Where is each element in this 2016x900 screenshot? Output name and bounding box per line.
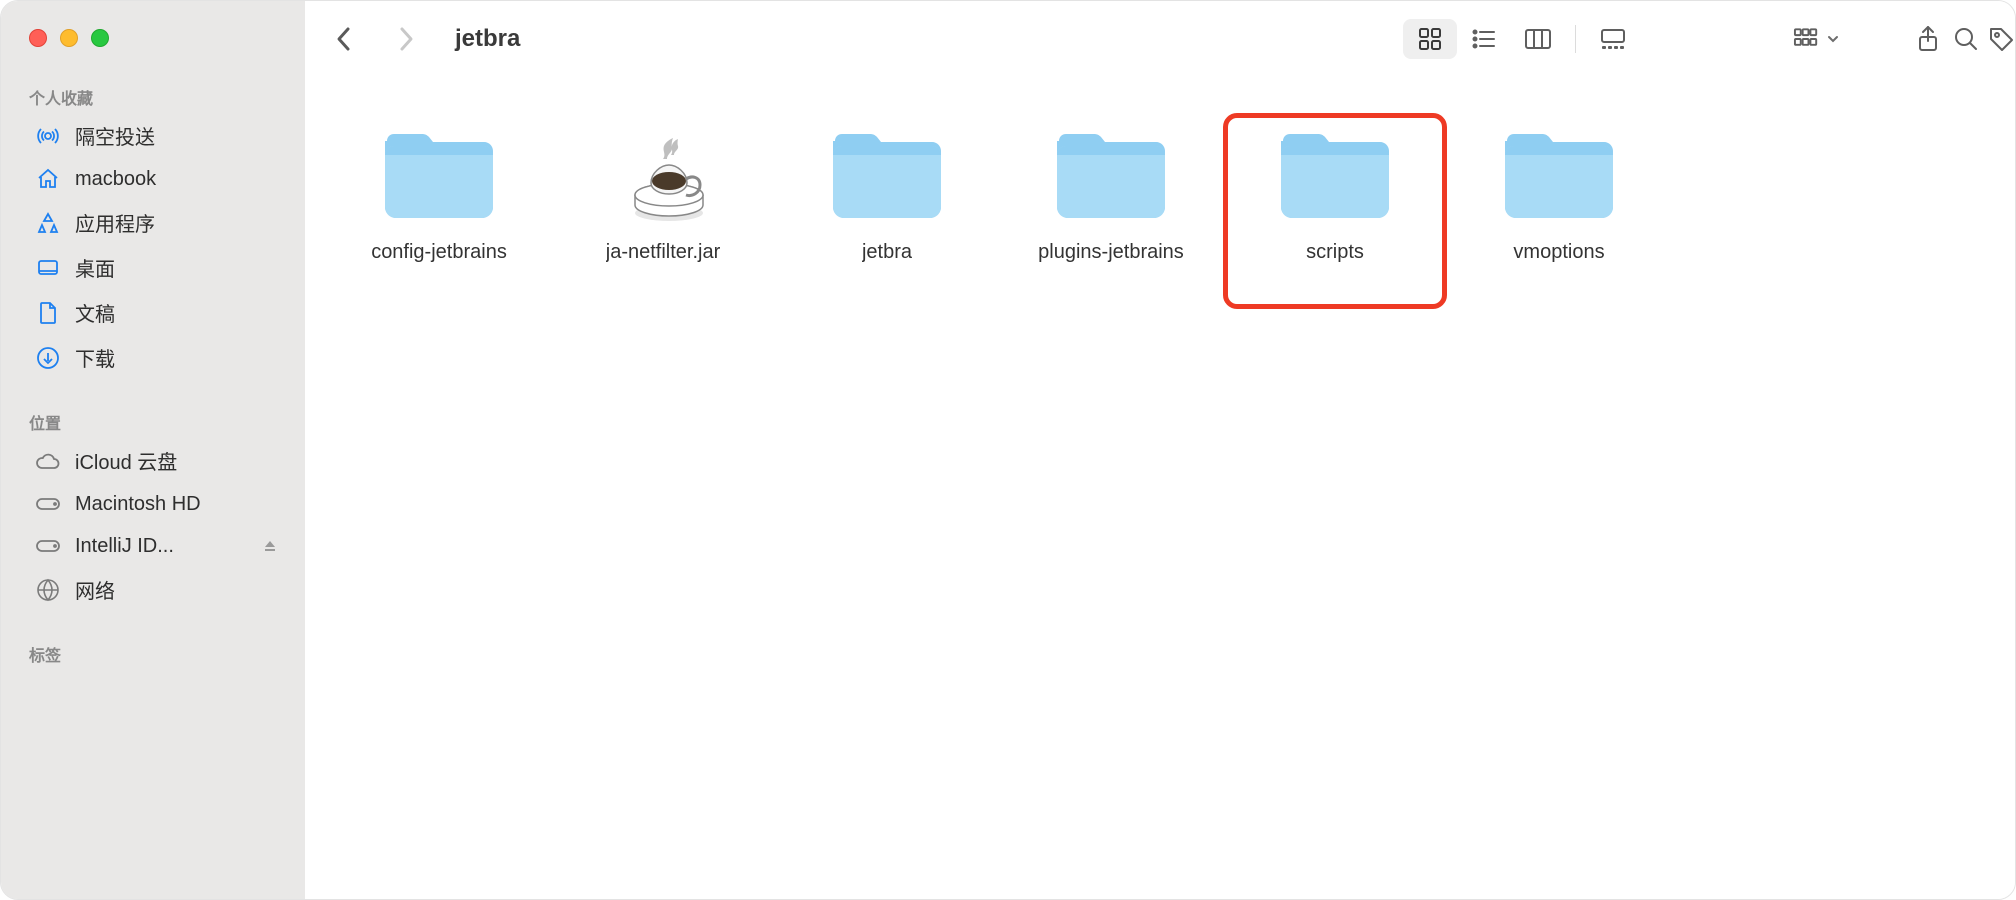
sidebar-item-label: 文稿 bbox=[75, 298, 115, 327]
sidebar-section-locations: 位置 bbox=[1, 400, 305, 438]
sidebar-item-intellij[interactable]: IntelliJ ID... bbox=[7, 525, 299, 567]
folder-item[interactable]: plugins-jetbrains bbox=[999, 113, 1223, 309]
column-view-button[interactable] bbox=[1511, 19, 1565, 59]
sidebar-section-tags: 标签 bbox=[1, 632, 305, 670]
document-icon bbox=[35, 300, 61, 326]
file-label: ja-netfilter.jar bbox=[606, 241, 721, 264]
view-switcher bbox=[1403, 19, 1640, 59]
file-item[interactable]: ja-netfilter.jar bbox=[551, 113, 775, 309]
home-icon bbox=[35, 166, 61, 192]
download-icon bbox=[35, 345, 61, 371]
folder-icon bbox=[1497, 123, 1621, 227]
sidebar-item-label: Macintosh HD bbox=[75, 493, 201, 516]
sidebar-item-airdrop[interactable]: 隔空投送 bbox=[7, 113, 299, 158]
maximize-button[interactable] bbox=[91, 29, 109, 47]
file-grid[interactable]: config-jetbrains ja-netfilter.jar jetbra… bbox=[305, 77, 2015, 899]
sidebar-item-label: IntelliJ ID... bbox=[75, 535, 174, 558]
disk-icon bbox=[35, 491, 61, 517]
back-button[interactable] bbox=[331, 26, 357, 52]
toolbar-divider bbox=[1575, 25, 1576, 53]
sidebar: 个人收藏 隔空投送 macbook 应用程序 桌面 bbox=[1, 1, 305, 899]
sidebar-item-downloads[interactable]: 下载 bbox=[7, 335, 299, 380]
sidebar-item-label: macbook bbox=[75, 168, 156, 191]
group-by-button[interactable] bbox=[1793, 19, 1839, 59]
airdrop-icon bbox=[35, 123, 61, 149]
chevron-down-icon bbox=[1827, 35, 1839, 43]
folder-item[interactable]: scripts bbox=[1223, 113, 1447, 309]
sidebar-item-label: 应用程序 bbox=[75, 208, 155, 237]
sidebar-item-documents[interactable]: 文稿 bbox=[7, 290, 299, 335]
nav-arrows bbox=[331, 26, 419, 52]
jar-icon bbox=[601, 123, 725, 227]
sidebar-item-macintosh-hd[interactable]: Macintosh HD bbox=[7, 483, 299, 525]
file-label: scripts bbox=[1306, 241, 1364, 264]
close-button[interactable] bbox=[29, 29, 47, 47]
folder-item[interactable]: config-jetbrains bbox=[327, 113, 551, 309]
sidebar-item-home[interactable]: macbook bbox=[7, 158, 299, 200]
folder-icon bbox=[377, 123, 501, 227]
content-area: jetbra bbox=[305, 1, 2015, 899]
sidebar-item-applications[interactable]: 应用程序 bbox=[7, 200, 299, 245]
icon-view-button[interactable] bbox=[1403, 19, 1457, 59]
sidebar-item-network[interactable]: 网络 bbox=[7, 567, 299, 612]
desktop-icon bbox=[35, 255, 61, 281]
toolbar: jetbra bbox=[305, 1, 2015, 77]
sidebar-item-label: 网络 bbox=[75, 575, 115, 604]
gallery-view-button[interactable] bbox=[1586, 19, 1640, 59]
file-label: plugins-jetbrains bbox=[1038, 241, 1184, 264]
window-title: jetbra bbox=[455, 25, 520, 53]
sidebar-item-label: iCloud 云盘 bbox=[75, 446, 177, 475]
folder-item[interactable]: jetbra bbox=[775, 113, 999, 309]
search-button[interactable] bbox=[1943, 19, 1989, 59]
window-controls bbox=[1, 29, 305, 47]
forward-button[interactable] bbox=[393, 26, 419, 52]
finder-window: 个人收藏 隔空投送 macbook 应用程序 桌面 bbox=[0, 0, 2016, 900]
file-label: vmoptions bbox=[1513, 241, 1604, 264]
sidebar-item-label: 桌面 bbox=[75, 253, 115, 282]
sidebar-item-label: 下载 bbox=[75, 343, 115, 372]
file-label: config-jetbrains bbox=[371, 241, 507, 264]
sidebar-section-favorites: 个人收藏 bbox=[1, 75, 305, 113]
eject-icon[interactable] bbox=[263, 539, 277, 553]
sidebar-item-desktop[interactable]: 桌面 bbox=[7, 245, 299, 290]
sidebar-item-label: 隔空投送 bbox=[75, 121, 155, 150]
folder-icon bbox=[1273, 123, 1397, 227]
list-view-button[interactable] bbox=[1457, 19, 1511, 59]
folder-icon bbox=[1049, 123, 1173, 227]
folder-icon bbox=[825, 123, 949, 227]
applications-icon bbox=[35, 210, 61, 236]
folder-item[interactable]: vmoptions bbox=[1447, 113, 1671, 309]
minimize-button[interactable] bbox=[60, 29, 78, 47]
globe-icon bbox=[35, 577, 61, 603]
file-label: jetbra bbox=[862, 241, 912, 264]
sidebar-item-icloud[interactable]: iCloud 云盘 bbox=[7, 438, 299, 483]
cloud-icon bbox=[35, 448, 61, 474]
disk-icon bbox=[35, 533, 61, 559]
